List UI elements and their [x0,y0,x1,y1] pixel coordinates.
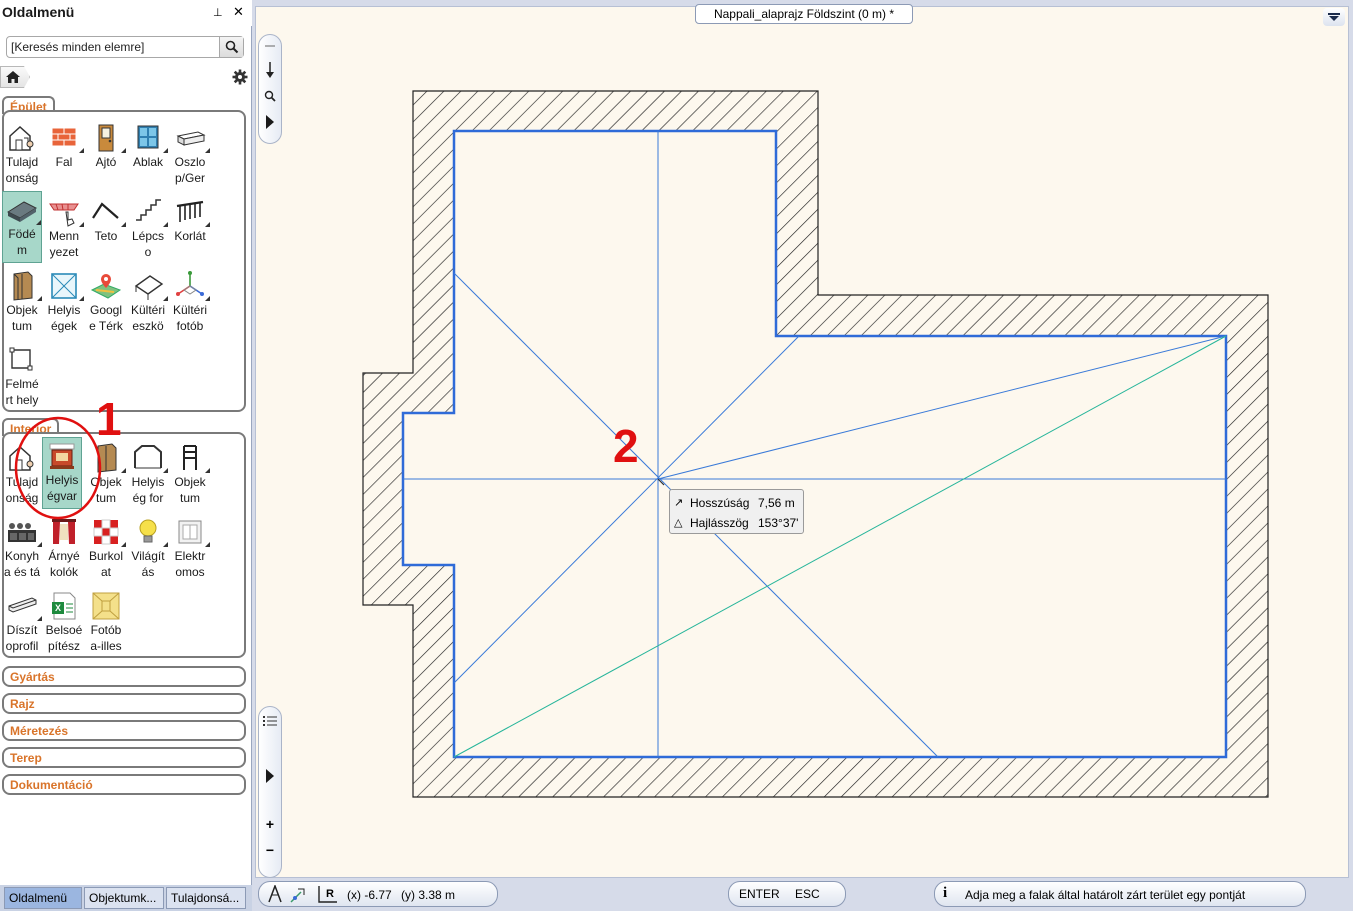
measure-tooltip: ↗ Hosszúság 7,56 m △ Hajlásszög 153°37' [669,489,804,534]
length-icon: ↗ [674,497,684,509]
coordinate-bar: R (x) -6.77 (y) 3.38 m [258,881,498,907]
tab-properties[interactable]: Tulajdonsá... [166,887,246,909]
expand-arrow-icon [163,542,168,547]
play-icon [266,115,274,129]
expand-arrow-icon [37,542,42,547]
expand-toolbar-button[interactable] [259,109,281,135]
length-value: 7,56 m [758,496,795,510]
zoom-button[interactable] [259,83,281,109]
group-terep[interactable]: Terep [2,747,246,768]
walls [362,90,1269,798]
callout-number-1: 1 [96,393,122,445]
arrow-down-icon [266,62,274,78]
tool-label: Árnyé kolók [48,549,80,579]
spreadsheet-icon: X [48,590,80,622]
tool-label: Burkol at [88,549,123,579]
polar-coord-icon[interactable]: R [317,884,339,907]
angle-value: 153°37' [758,516,799,530]
esc-button[interactable]: ESC [795,887,820,901]
svg-text:R: R [326,888,334,900]
hint-text: Adja meg a falak által határolt zárt ter… [965,888,1246,902]
hint-bar: i Adja meg a falak által határolt zárt t… [934,881,1306,907]
view-menu-button[interactable] [1323,8,1345,26]
drawing-area: ↗ Hosszúság 7,56 m △ Hajlásszög 153°37' … [255,0,1353,911]
view-toolbar-bottom: + − [258,706,282,878]
tool-decor-profile[interactable]: Díszít oprofil [2,588,42,660]
chevron-down-icon [1328,13,1340,21]
tool-label: Konyh a és tá [3,549,41,579]
play-icon [266,769,274,783]
view-toolbar-top [258,34,282,144]
diagonal-guide [453,335,1227,758]
drawing-canvas[interactable]: ↗ Hosszúság 7,56 m △ Hajlásszög 153°37' … [255,6,1349,878]
callout-number-2: 2 [613,420,639,472]
group-rajz[interactable]: Rajz [2,693,246,714]
tab-side-menu[interactable]: Oldalmenü [4,887,82,909]
photo-fit-icon [90,590,122,622]
length-row: ↗ Hosszúság 7,56 m [674,496,802,512]
expand-bottom-toolbar-button[interactable] [259,763,281,789]
minus-icon: − [265,842,275,858]
coord-x: (x) -6.77 [347,888,392,902]
enter-button[interactable]: ENTER [739,887,780,901]
angle-icon: △ [674,517,683,529]
tool-label: Fotób a-illes [90,623,122,653]
plus-icon: + [265,816,275,832]
tool-photo-fit[interactable]: Fotób a-illes [86,588,126,660]
pan-down-button[interactable] [259,57,281,83]
group-dokumentacio[interactable]: Dokumentáció [2,774,246,795]
relative-coord-icon[interactable] [289,886,311,907]
snap-icon[interactable] [267,883,283,906]
toolbar-grip-icon [259,35,281,57]
floor-plan [362,90,1269,798]
profile-icon [6,590,38,622]
tool-label: Elektr omos [174,549,206,579]
key-hint-bar: ENTER ESC [728,881,846,907]
expand-arrow-icon [121,542,126,547]
document-tab[interactable]: Nappali_alaprajz Földszint (0 m) * [695,4,913,24]
zoom-icon [264,90,276,102]
angle-label: Hajlásszög [690,516,749,530]
coord-y: (y) 3.38 m [401,888,456,902]
info-icon: i [943,885,948,901]
zoom-out-button[interactable]: − [259,837,281,863]
tool-label: Világít ás [131,549,165,579]
tool-interior-design[interactable]: X Belsoé pítész [44,588,84,660]
group-gyartas[interactable]: Gyártás [2,666,246,687]
tab-object-catalog[interactable]: Objektumk... [84,887,164,909]
length-label: Hosszúság [690,496,750,510]
tool-label: Díszít oprofil [5,623,39,653]
list-icon [263,716,277,726]
group-meretezes[interactable]: Méretezés [2,720,246,741]
svg-text:X: X [55,603,61,613]
expand-arrow-icon [37,616,42,621]
angle-row: △ Hajlásszög 153°37' [674,516,802,532]
zoom-in-button[interactable]: + [259,811,281,837]
expand-arrow-icon [205,542,210,547]
bottom-tab-bar: Oldalmenü Objektumk... Tulajdonsá... [0,885,252,911]
tool-label: Belsoé pítész [45,623,83,653]
callout-circle [14,416,102,520]
layers-button[interactable] [259,709,281,733]
